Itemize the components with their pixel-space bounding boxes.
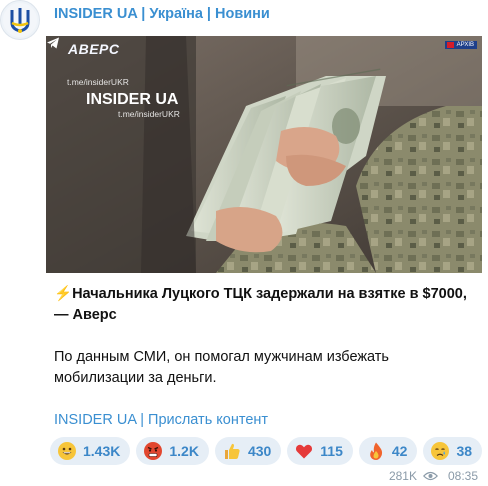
reaction-grinning[interactable]: 1.43K	[50, 437, 131, 465]
reaction-count: 1.43K	[83, 443, 121, 459]
fire-icon	[370, 442, 382, 460]
watermark-url-top: t.me/insiderUKR	[67, 77, 129, 87]
angry-face-icon	[144, 442, 163, 460]
reaction-thumbs-up[interactable]: 430	[214, 437, 282, 465]
link-separator: |	[136, 412, 149, 428]
reaction-count: 38	[456, 443, 473, 459]
insider-watermark: INSIDER UA	[86, 91, 179, 108]
avers-watermark: АВЕРС	[68, 41, 120, 57]
reaction-count: 42	[391, 443, 408, 459]
trident-logo-icon	[3, 3, 37, 37]
cash-in-hands-image	[46, 36, 482, 273]
reaction-crying[interactable]: 38	[423, 437, 483, 465]
eye-icon	[422, 471, 438, 481]
post-links: INSIDER UA | Прислать контент	[54, 410, 474, 431]
post-body: По данным СМИ, он помогал мужчинам избеж…	[54, 349, 389, 386]
submit-content-link[interactable]: Прислать контент	[148, 412, 268, 428]
lightning-icon: ⚡	[54, 286, 73, 302]
post-text: ⚡Начальника Луцкого ТЦК задержали на взя…	[54, 284, 474, 431]
post-photo[interactable]: АВЕРС t.me/insiderUKR INSIDER UA t.me/in…	[46, 36, 482, 273]
watermark-url-bottom: t.me/insiderUKR	[118, 109, 180, 119]
reaction-heart[interactable]: 115	[287, 437, 353, 465]
channel-avatar[interactable]	[0, 0, 40, 40]
message-meta: 281K 08:35	[389, 468, 478, 484]
red-heart-icon	[296, 444, 313, 459]
thumbs-up-icon	[224, 443, 240, 459]
post-headline: ⚡Начальника Луцкого ТЦК задержали на взя…	[54, 284, 474, 326]
reactions-bar: 1.43K 1.2K 430 115 42 38	[50, 437, 483, 465]
channel-name[interactable]: INSIDER UA | Україна | Новини	[54, 6, 478, 26]
telegram-icon	[47, 37, 59, 49]
view-count: 281K	[388, 469, 417, 483]
message-time: 08:35	[447, 469, 478, 483]
crying-face-icon	[431, 442, 450, 460]
reaction-count: 115	[320, 443, 343, 459]
reaction-angry[interactable]: 1.2K	[136, 437, 209, 465]
archive-badge: АРХІВ	[444, 41, 477, 49]
grinning-face-icon	[58, 442, 76, 460]
reaction-count: 430	[247, 443, 272, 459]
headline-text: Начальника Луцкого ТЦК задержали на взят…	[54, 286, 467, 323]
reaction-fire[interactable]: 42	[358, 437, 418, 465]
insider-ua-link[interactable]: INSIDER UA	[54, 412, 136, 428]
reaction-count: 1.2K	[169, 443, 199, 459]
